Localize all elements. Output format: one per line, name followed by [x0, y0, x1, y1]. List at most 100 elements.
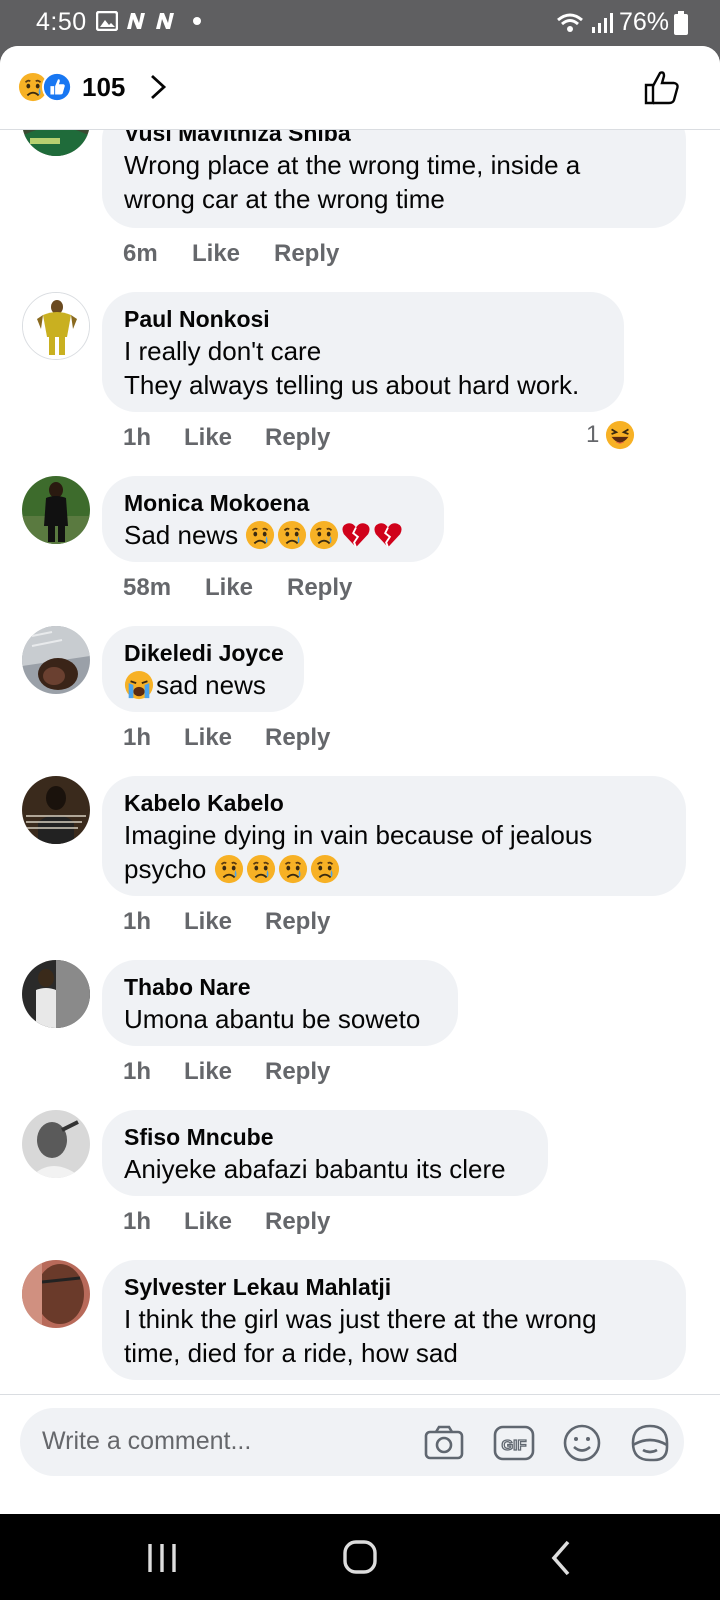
signal-icon [591, 12, 613, 33]
broken-heart-icon [373, 520, 403, 550]
avatar[interactable] [22, 960, 90, 1028]
comment-text: sad news [124, 668, 282, 702]
chevron-right-icon[interactable] [146, 72, 170, 102]
avatar[interactable] [22, 292, 90, 360]
comment-author[interactable]: Kabelo Kabelo [124, 788, 664, 818]
status-time: 4:50 [36, 8, 87, 36]
wifi-icon [556, 13, 583, 32]
comment-time: 1h [123, 424, 152, 451]
comment-text: Umona abantu be soweto [124, 1004, 421, 1034]
comment-bubble[interactable]: Sfiso Mncube Aniyeke abafazi babantu its… [102, 1110, 548, 1196]
comment-bubble[interactable]: Kabelo Kabelo Imagine dying in vain beca… [102, 776, 686, 896]
avatar[interactable] [22, 776, 90, 844]
comment-text: Wrong place at the wrong time, inside a … [124, 150, 581, 214]
comment-composer[interactable]: Write a comment... GIF [20, 1408, 684, 1476]
comment-author[interactable]: Dikeledi Joyce [124, 638, 284, 668]
status-right: 76% [555, 8, 688, 37]
comment-actions: 1h Like Reply [123, 724, 330, 752]
back-icon[interactable] [540, 1538, 584, 1578]
comment-text-line: Imagine dying in vain because of jealous [124, 820, 593, 850]
reaction-count[interactable]: 105 [82, 72, 125, 103]
comment-author[interactable]: Thabo Nare [124, 972, 436, 1002]
avatar[interactable] [22, 1260, 90, 1328]
crying-face-icon [246, 854, 276, 884]
crying-face-icon [310, 854, 340, 884]
gif-icon[interactable]: GIF [492, 1421, 536, 1465]
comment-time: 6m [123, 240, 158, 267]
comment-text-line: psycho [124, 854, 207, 884]
composer-divider [0, 1394, 720, 1395]
loudly-crying-face-icon [124, 670, 154, 700]
comment-text: Imagine dying in vain because of jealous… [124, 818, 664, 886]
avatar[interactable] [22, 626, 90, 694]
comment-actions: 1h Like Reply [123, 908, 330, 936]
avatar[interactable] [22, 476, 90, 544]
system-navigation-bar [0, 1514, 720, 1600]
reply-button[interactable]: Reply [274, 240, 339, 268]
like-button[interactable]: Like [184, 424, 265, 452]
comment-reactions[interactable]: 1 [586, 420, 635, 450]
crying-face-icon [309, 520, 339, 550]
like-button[interactable]: Like [205, 574, 287, 602]
reply-button[interactable]: Reply [265, 724, 330, 752]
reply-button[interactable]: Reply [287, 574, 352, 602]
comment-bubble[interactable]: Thabo Nare Umona abantu be soweto [102, 960, 458, 1046]
comment-text-content: Sad news [124, 520, 239, 550]
comment-bubble[interactable]: Monica Mokoena Sad news [102, 476, 444, 562]
comment-actions: 1h Like Reply [123, 424, 330, 452]
like-button[interactable]: Like [184, 1058, 265, 1086]
battery-icon [674, 10, 688, 35]
crying-face-icon [277, 520, 307, 550]
home-icon[interactable] [338, 1538, 382, 1578]
reaction-summary[interactable] [18, 72, 78, 102]
comment-author[interactable]: Sylvester Lekau Mahlatji [124, 1272, 664, 1302]
crying-face-icon [278, 854, 308, 884]
comment-input[interactable]: Write a comment... [42, 1427, 251, 1456]
comment-bubble[interactable]: Dikeledi Joyce sad news [102, 626, 304, 712]
comment-text-content: sad news [156, 670, 266, 700]
comment-reaction-count: 1 [586, 421, 600, 448]
svg-text:GIF: GIF [502, 1437, 527, 1454]
comment-text: Aniyeke abafazi babantu its clere [124, 1154, 506, 1184]
comment-text: I think the girl was just there at the w… [124, 1304, 597, 1368]
laughing-face-icon [605, 420, 635, 450]
like-button[interactable]: Like [184, 724, 265, 752]
battery-percent: 76% [618, 8, 669, 36]
comment-bubble[interactable]: Sylvester Lekau Mahlatji I think the gir… [102, 1260, 686, 1380]
notification-icons [96, 11, 201, 31]
like-button[interactable]: Like [184, 1208, 265, 1236]
status-bar: 4:50 76% [0, 0, 720, 46]
comment-text: I really don't care They always telling … [124, 336, 580, 400]
like-button[interactable]: Like [184, 908, 265, 936]
reactions-header: 105 [0, 46, 720, 130]
crying-face-icon [245, 520, 275, 550]
smiley-icon[interactable] [560, 1421, 604, 1465]
notification-dot [193, 17, 201, 25]
comment-bubble[interactable]: Paul Nonkosi I really don't care They al… [102, 292, 624, 412]
comment-time: 1h [123, 1058, 152, 1085]
reply-button[interactable]: Reply [265, 1058, 330, 1086]
comment-actions: 1h Like Reply [123, 1208, 330, 1236]
avatar[interactable] [22, 1110, 90, 1178]
comment-text: Sad news [124, 518, 422, 552]
reply-button[interactable]: Reply [265, 908, 330, 936]
comment-actions: 1h Like Reply [123, 1058, 330, 1086]
comments-sheet: 105 Vusi Mavithiza Shiba Wrong place at … [0, 46, 720, 1514]
like-reaction-icon [42, 72, 72, 102]
camera-icon[interactable] [422, 1421, 466, 1465]
app-n-icon [156, 13, 174, 29]
sticker-icon[interactable] [628, 1421, 672, 1465]
comment-author[interactable]: Monica Mokoena [124, 488, 422, 518]
thumbs-up-icon[interactable] [642, 68, 682, 108]
recent-apps-icon[interactable] [140, 1538, 184, 1578]
broken-heart-icon [341, 520, 371, 550]
like-button[interactable]: Like [192, 240, 274, 268]
comment-actions: 58m Like Reply [123, 574, 352, 602]
comment-author[interactable]: Paul Nonkosi [124, 304, 602, 334]
comment-author[interactable]: Sfiso Mncube [124, 1122, 526, 1152]
reply-button[interactable]: Reply [265, 424, 330, 452]
gallery-icon [96, 11, 118, 31]
comment-time: 58m [123, 574, 172, 601]
reply-button[interactable]: Reply [265, 1208, 330, 1236]
comment-time: 1h [123, 724, 152, 751]
